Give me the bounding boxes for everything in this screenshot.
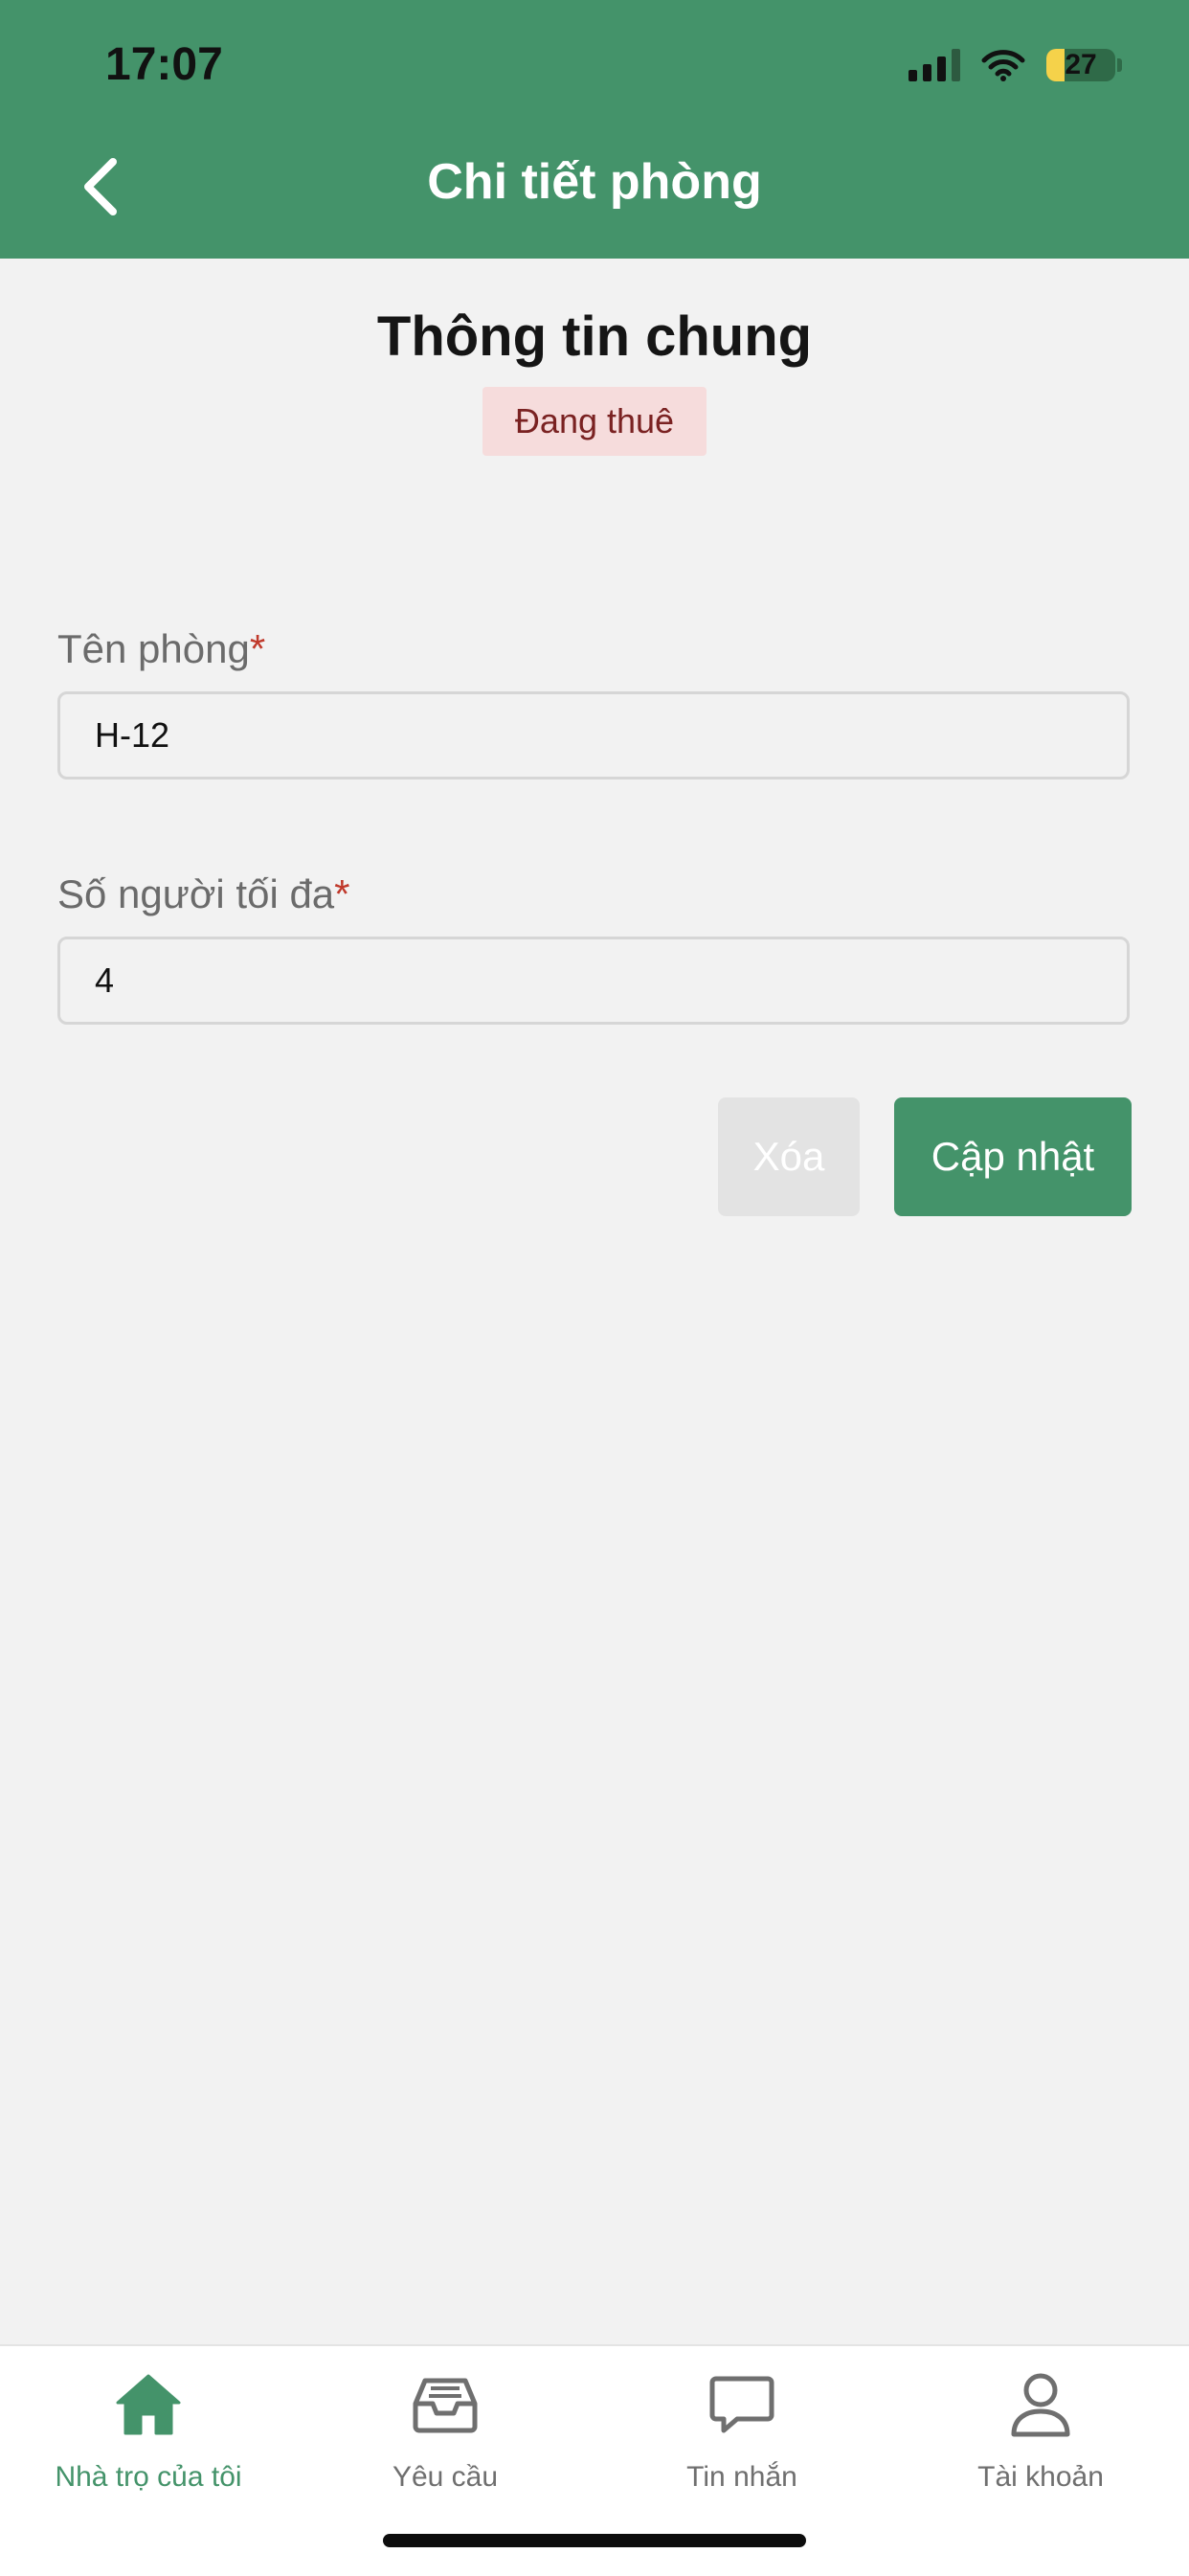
inbox-icon bbox=[413, 2378, 478, 2433]
home-icon bbox=[116, 2374, 181, 2435]
tab-label: Yêu cầu bbox=[392, 2461, 499, 2493]
battery-tip bbox=[1117, 58, 1122, 72]
battery-level: 27 bbox=[1065, 49, 1097, 80]
max-people-label: Số người tối đa* bbox=[57, 871, 350, 917]
room-name-input[interactable] bbox=[57, 691, 1130, 780]
tab-label: Nhà trọ của tôi bbox=[55, 2461, 242, 2493]
room-name-label: Tên phòng* bbox=[57, 626, 265, 672]
tab-account[interactable]: Tài khoản bbox=[892, 2365, 1189, 2509]
tab-label: Tài khoản bbox=[977, 2461, 1104, 2493]
update-button[interactable]: Cập nhật bbox=[894, 1097, 1132, 1216]
chat-bubble-icon bbox=[709, 2376, 774, 2433]
required-mark: * bbox=[249, 626, 266, 671]
home-indicator bbox=[383, 2534, 806, 2547]
delete-button[interactable]: Xóa bbox=[718, 1097, 860, 1216]
max-people-label-text: Số người tối đa bbox=[57, 871, 335, 916]
max-people-input[interactable] bbox=[57, 937, 1130, 1025]
room-name-label-text: Tên phòng bbox=[57, 626, 250, 671]
status-time: 17:07 bbox=[105, 39, 223, 90]
tab-my-hostel[interactable]: Nhà trọ của tôi bbox=[0, 2365, 297, 2509]
required-mark: * bbox=[334, 871, 350, 916]
status-icons: 27 bbox=[909, 42, 1122, 88]
section-title: Thông tin chung bbox=[376, 305, 813, 368]
app-header: 17:07 27 Chi tiết phòng bbox=[0, 0, 1189, 259]
status-badge: Đang thuê bbox=[482, 387, 707, 456]
tab-label: Tin nhắn bbox=[686, 2461, 797, 2493]
page-title: Chi tiết phòng bbox=[427, 154, 762, 210]
wifi-icon bbox=[981, 50, 1025, 81]
user-icon bbox=[1011, 2373, 1070, 2437]
cellular-signal-icon bbox=[909, 49, 960, 81]
tab-messages[interactable]: Tin nhắn bbox=[594, 2365, 890, 2509]
tab-requests[interactable]: Yêu cầu bbox=[297, 2365, 594, 2509]
battery-icon: 27 bbox=[1046, 49, 1115, 81]
